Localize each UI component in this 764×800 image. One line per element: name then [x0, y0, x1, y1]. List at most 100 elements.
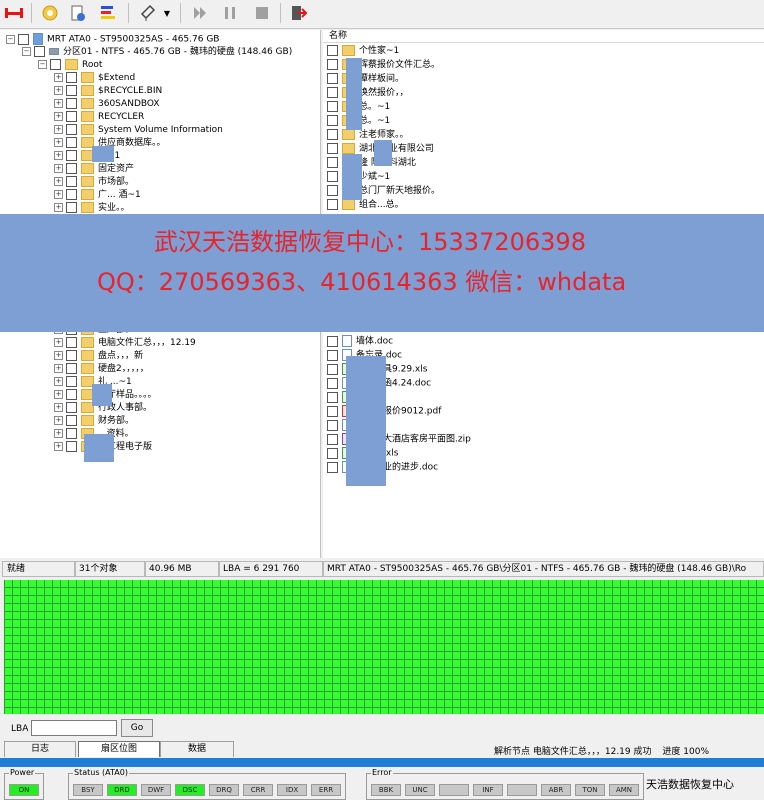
- checkbox[interactable]: [66, 150, 77, 161]
- checkbox[interactable]: [66, 428, 77, 439]
- checkbox[interactable]: [327, 73, 338, 84]
- gear-icon[interactable]: [38, 2, 62, 24]
- tree-item[interactable]: + 电脑文件汇总，，，12.19: [54, 337, 196, 350]
- tree-item[interactable]: + 硬盘2，，，，，: [54, 363, 149, 376]
- expand-toggle[interactable]: +: [54, 99, 63, 108]
- tab-log[interactable]: 日志: [4, 741, 76, 757]
- go-button[interactable]: Go: [121, 719, 153, 737]
- checkbox[interactable]: [327, 115, 338, 126]
- checkbox[interactable]: [327, 433, 338, 445]
- tree-item[interactable]: +360SANDBOX: [54, 98, 160, 111]
- file-list-header[interactable]: 名称: [323, 30, 764, 43]
- checkbox[interactable]: [66, 441, 77, 452]
- checkbox[interactable]: [66, 363, 77, 374]
- lba-input[interactable]: [31, 720, 117, 736]
- pause-icon[interactable]: [218, 2, 242, 24]
- checkbox[interactable]: [327, 129, 338, 140]
- checkbox[interactable]: [66, 189, 77, 200]
- checkbox[interactable]: [66, 389, 77, 400]
- chevron-down-icon[interactable]: ▼: [160, 2, 174, 24]
- checkbox[interactable]: [66, 111, 77, 122]
- tree-item[interactable]: + 市场部。: [54, 176, 134, 189]
- scan-icon[interactable]: [136, 2, 160, 24]
- expand-toggle[interactable]: +: [54, 403, 63, 412]
- sector-bitmap[interactable]: [4, 580, 764, 714]
- checkbox[interactable]: [327, 335, 338, 347]
- checkbox[interactable]: [327, 419, 338, 431]
- file-row[interactable]: 辉蔡报价文件汇总。: [327, 59, 440, 72]
- checkbox[interactable]: [66, 202, 77, 213]
- expand-toggle[interactable]: +: [54, 338, 63, 347]
- file-row[interactable]: 潭样板间。: [327, 73, 404, 86]
- expand-toggle[interactable]: +: [54, 190, 63, 199]
- expand-toggle[interactable]: +: [54, 86, 63, 95]
- checkbox[interactable]: [66, 163, 77, 174]
- checkbox[interactable]: [66, 98, 77, 109]
- expand-toggle[interactable]: +: [54, 138, 63, 147]
- checkbox[interactable]: [66, 124, 77, 135]
- bars-icon[interactable]: [96, 2, 120, 24]
- expand-toggle[interactable]: +: [54, 364, 63, 373]
- file-row[interactable]: 隆 际资料湖北: [327, 157, 416, 170]
- checkbox[interactable]: [327, 199, 338, 210]
- tree-item[interactable]: + 盘点，，，新: [54, 350, 143, 363]
- expand-toggle[interactable]: +: [54, 112, 63, 121]
- wizard-icon[interactable]: [66, 2, 90, 24]
- expand-toggle[interactable]: +: [54, 203, 63, 212]
- expand-toggle[interactable]: +: [54, 377, 63, 386]
- expand-toggle[interactable]: +: [54, 125, 63, 134]
- stop-icon[interactable]: [250, 2, 274, 24]
- checkbox[interactable]: [327, 391, 338, 403]
- tree-item[interactable]: + $RECYCLE.BIN: [54, 85, 162, 98]
- expand-toggle[interactable]: +: [54, 73, 63, 82]
- checkbox[interactable]: [327, 349, 338, 361]
- checkbox[interactable]: [66, 337, 77, 348]
- checkbox[interactable]: [327, 447, 338, 459]
- checkbox[interactable]: [327, 185, 338, 196]
- checkbox[interactable]: [66, 85, 77, 96]
- checkbox[interactable]: [66, 176, 77, 187]
- checkbox[interactable]: [327, 405, 338, 417]
- expand-toggle[interactable]: +: [54, 390, 63, 399]
- expand-toggle[interactable]: −: [38, 60, 47, 69]
- checkbox[interactable]: [327, 87, 338, 98]
- expand-toggle[interactable]: +: [54, 351, 63, 360]
- checkbox[interactable]: [327, 157, 338, 168]
- tree-item[interactable]: − MRT ATA0 - ST9500325AS - 465.76 GB: [6, 33, 219, 46]
- tree-item[interactable]: + RECYCLER: [54, 111, 144, 124]
- checkbox[interactable]: [327, 171, 338, 182]
- checkbox[interactable]: [50, 59, 61, 70]
- checkbox[interactable]: [327, 461, 338, 473]
- tab-data[interactable]: 数据: [160, 741, 234, 757]
- checkbox[interactable]: [327, 377, 338, 389]
- checkbox[interactable]: [327, 45, 338, 56]
- expand-toggle[interactable]: −: [22, 47, 31, 56]
- checkbox[interactable]: [327, 101, 338, 112]
- checkbox[interactable]: [327, 143, 338, 154]
- checkbox[interactable]: [66, 72, 77, 83]
- exit-icon[interactable]: [286, 2, 310, 24]
- tree-item[interactable]: + 财务部。: [54, 415, 134, 428]
- file-row[interactable]: 焕然报价，，: [327, 87, 409, 100]
- checkbox[interactable]: [34, 46, 45, 57]
- checkbox[interactable]: [66, 402, 77, 413]
- checkbox[interactable]: [327, 59, 338, 70]
- tree-item[interactable]: + $Extend: [54, 72, 135, 85]
- tree-item[interactable]: + System Volume Information: [54, 124, 223, 137]
- tree-item[interactable]: − Root: [38, 59, 102, 72]
- tree-item[interactable]: − 分区01 - NTFS - 465.76 GB - 魏玮的硬盘 (148.46…: [22, 46, 292, 59]
- expand-toggle[interactable]: −: [6, 34, 15, 44]
- file-row[interactable]: 个性家~1: [327, 45, 399, 58]
- expand-toggle[interactable]: +: [54, 151, 63, 160]
- checkbox[interactable]: [66, 350, 77, 361]
- checkbox[interactable]: [66, 376, 77, 387]
- checkbox[interactable]: [18, 33, 29, 45]
- expand-toggle[interactable]: +: [54, 442, 63, 451]
- file-row[interactable]: 注老师家。。: [327, 129, 409, 142]
- tree-item[interactable]: + 广... 酒~1: [54, 189, 141, 202]
- expand-toggle[interactable]: +: [54, 429, 63, 438]
- play-icon[interactable]: [188, 2, 212, 24]
- file-row[interactable]: 墙体.doc: [327, 335, 393, 348]
- checkbox[interactable]: [66, 415, 77, 426]
- connect-icon[interactable]: [2, 2, 26, 24]
